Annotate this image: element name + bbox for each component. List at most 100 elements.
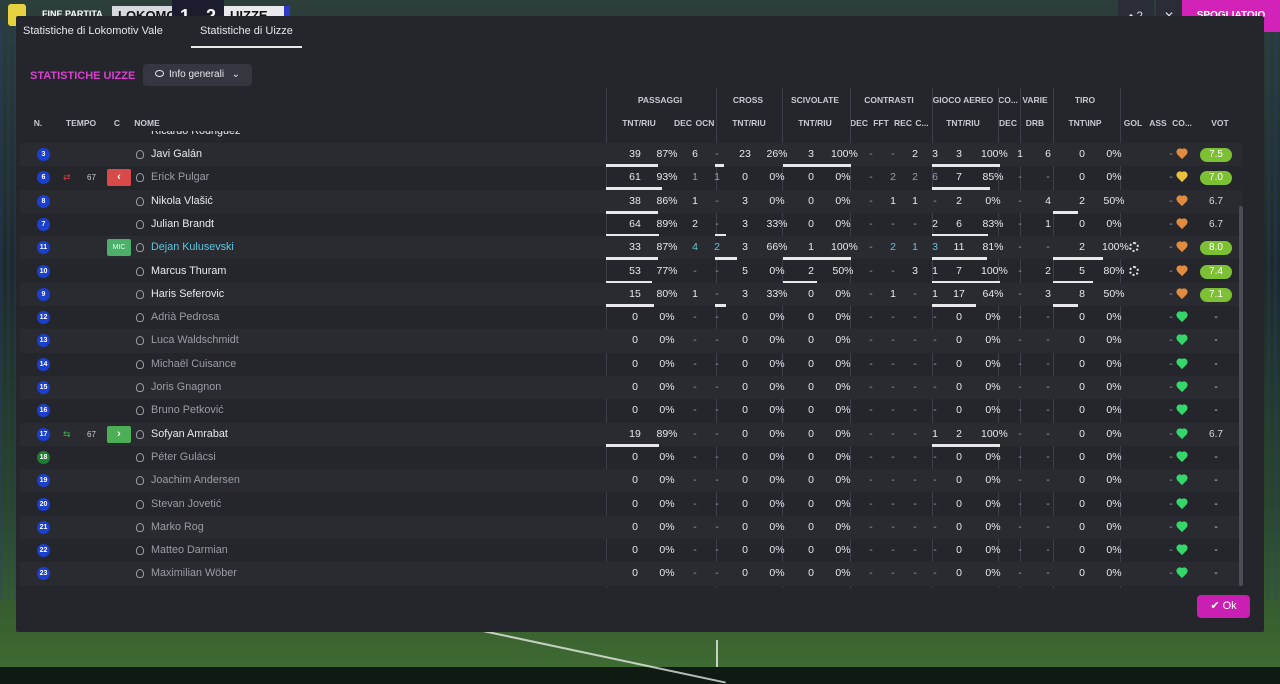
tab-uizze-stats[interactable]: Statistiche di Uizze	[191, 20, 302, 48]
column-header[interactable]: TNT/RIU	[724, 118, 774, 128]
player-name[interactable]: Nikola Vlašić	[151, 190, 213, 213]
player-name[interactable]: Dejan Kulusevski	[151, 236, 234, 259]
stat-cell-ti: 0	[1079, 520, 1085, 533]
table-row[interactable]: 3 Javi Galán 39 87% 6-23 26% 3 100% - -2 3 3 100% 1 6 0…	[20, 143, 1242, 167]
sub-arrow-button[interactable]: ‹	[107, 169, 131, 187]
tab-lokomotiv-stats[interactable]: Statistiche di Lokomotiv Vale	[23, 20, 163, 48]
column-header[interactable]: TNT/RIU	[790, 118, 840, 128]
table-row[interactable]: 6 ⇄ 67 ‹ Erick Pulgar 61 93% 1 1 0 0% 0 0% -2 2 6 7 85% - -…	[20, 166, 1242, 191]
substitution-icon: ⇄	[63, 172, 71, 183]
stat-cell-cc: 1	[932, 287, 938, 300]
stat-cell-co: -	[1018, 311, 1022, 324]
player-name[interactable]: Julian Brandt	[151, 213, 214, 236]
table-row[interactable]: 19 Joachim Andersen 0 0% - - 0 0% 0 0% - - - - 0 0% - - 0 0…	[20, 469, 1242, 493]
morale-heart-icon	[1176, 499, 1188, 510]
player-name[interactable]: Bruno Petković	[151, 399, 224, 422]
ok-button[interactable]: ✔ Ok	[1197, 595, 1250, 618]
stat-cell-ga: 2	[956, 194, 962, 207]
player-name[interactable]: Marko Rog	[151, 516, 204, 539]
player-name[interactable]: Joachim Andersen	[151, 469, 240, 492]
stat-cell-dec: -	[693, 264, 697, 277]
stat-cell-co: -	[1018, 171, 1022, 184]
table-row[interactable]: 23 Maximilian Wöber 0 0% - - 0 0% 0 0% - - - - 0 0% - - 0 0…	[20, 562, 1242, 586]
stat-cell-pasp: 0%	[659, 567, 675, 580]
view-dropdown[interactable]: Info generali ⌄	[143, 64, 252, 86]
table-row[interactable]: 22 Matteo Darmian 0 0% - -0 0% 0 0% - - - -0 0% - -0 0% -…	[20, 539, 1242, 562]
stat-cell-ti: 0	[1079, 148, 1085, 160]
column-header[interactable]: TNT\INP	[1060, 118, 1110, 128]
stat-cell-sc: 0	[808, 311, 814, 324]
stat-cell-cc: 2	[932, 217, 938, 230]
player-name[interactable]: Adrià Pedrosa	[151, 306, 219, 329]
stat-cell-cd: -	[869, 520, 873, 533]
player-name[interactable]: Michaël Cuisance	[151, 353, 236, 376]
table-row[interactable]: 16 Bruno Petković 0 0% - -0 0% 0 0% - - - -0 0% - -0 0% -…	[20, 399, 1242, 422]
stat-cell-dec: -	[693, 474, 697, 487]
table-row[interactable]: 20 Stevan Jovetić 0 0% - -0 0% 0 0% - - - -0 0% - -0 0% -…	[20, 493, 1242, 516]
table-row[interactable]: 12 Adrià Pedrosa 0 0% - -0 0% 0 0% - - - -0 0% - -0 0% - -	[20, 306, 1242, 329]
player-name[interactable]: Javi Galán	[151, 143, 202, 166]
table-row[interactable]: 13 Luca Waldschmidt 0 0% - - 0 0% 0 0% - - - - 0 0% - - 0 0…	[20, 329, 1242, 353]
stat-cell-co: -	[1018, 287, 1022, 300]
player-name[interactable]: Maximilian Wöber	[151, 562, 237, 585]
stat-cell-dec: -	[693, 357, 697, 370]
table-row[interactable]: 21 Marko Rog 0 0% - -0 0% 0 0% - - - -0 0% - -0 0% - -	[20, 515, 1242, 540]
player-name[interactable]: Haris Seferovic	[151, 283, 224, 306]
stat-cell-pasp: 0%	[659, 497, 675, 510]
shirt-number-badge: 18	[37, 450, 50, 464]
table-row[interactable]: 11 MIC Dejan Kulusevski 33 87% 4 2 3 66% 1 100% -2 1…	[20, 236, 1242, 261]
stat-cell-ti: 5	[1079, 264, 1085, 277]
stat-cell-pasp: 0%	[659, 334, 675, 347]
table-row[interactable]: 10 Marcus Thuram 53 77% - -5 0% 2 50% - -3 1 7 100% -2…	[20, 260, 1242, 284]
column-header[interactable]: TNT/RIU	[614, 118, 664, 128]
stat-cell-ti: 0	[1079, 427, 1085, 440]
stat-cell-ti: 0	[1079, 381, 1085, 393]
stat-cell-sc: 0	[808, 217, 814, 230]
sub-arrow-button[interactable]: ›	[107, 425, 131, 443]
column-header[interactable]: NOME	[122, 118, 172, 128]
player-rating: 7.0	[1200, 171, 1232, 186]
stat-cell-drb: -	[1046, 241, 1050, 254]
stat-cell-cr: 3	[742, 194, 748, 207]
chevron-down-icon: ⌄	[231, 69, 240, 80]
shirt-number-badge: 6	[37, 171, 50, 185]
table-row[interactable]: 14 Michaël Cuisance 0 0% - - 0 0% 0 0% - - - - 0 0% - - 0 0…	[20, 353, 1242, 376]
stat-cell-drb: -	[1046, 404, 1050, 417]
column-header[interactable]: VOT	[1195, 118, 1245, 128]
table-row[interactable]: 7 Julian Brandt 64 89% 2-3 33% 0 0% - - -2 6 83% -1 0 0…	[20, 213, 1242, 237]
person-icon	[136, 569, 144, 579]
stat-cell-cr: 0	[742, 474, 748, 487]
column-header[interactable]: TNT/RIU	[938, 118, 988, 128]
player-name[interactable]: Matteo Darmian	[151, 539, 228, 562]
table-row[interactable]: 18 Péter Gulácsi 0 0% - -0 0% 0 0% - - - -0 0% - -0 0% - -	[20, 446, 1242, 469]
stat-cell-gap: 0%	[985, 334, 1001, 347]
stat-cell-gap: 0%	[985, 520, 1001, 533]
player-name[interactable]: Péter Gulácsi	[151, 446, 216, 469]
player-name[interactable]: Erick Pulgar	[151, 166, 209, 189]
player-name[interactable]: Stevan Jovetić	[151, 493, 221, 516]
stat-cell-scp: 0%	[835, 194, 851, 207]
table-row[interactable]: 15 Joris Gnagnon 0 0% - -0 0% 0 0% - - - -0 0% - -0 0% - -	[20, 376, 1242, 400]
player-rating: -	[1214, 312, 1218, 324]
stat-cell-cr: 0	[742, 567, 748, 580]
shirt-number-badge: 23	[37, 567, 50, 581]
stat-cell-ocn: -	[715, 194, 719, 207]
stat-cell-gap: 85%	[982, 171, 1004, 184]
table-row[interactable]: 9 Haris Seferovic 15 80% 1-3 33% 0 0% -1-1 17 64% -…	[20, 282, 1242, 307]
stat-cell-ga: 6	[956, 217, 962, 230]
captain-role-badge: MIC	[107, 239, 131, 257]
stat-cell-tip: 50%	[1103, 194, 1125, 207]
stat-cell-dec: -	[693, 311, 697, 324]
stat-cell-cd: -	[869, 450, 873, 463]
column-header[interactable]: OCN	[680, 118, 730, 128]
table-row[interactable]: 8 Nikola Vlašić 38 86% 1-3 0% 0 0% -1 1-2 0% -4 2 50%…	[20, 189, 1242, 214]
stat-cell-cf: 2	[890, 171, 896, 184]
player-name[interactable]: Marcus Thuram	[151, 260, 226, 283]
player-name[interactable]: Joris Gnagnon	[151, 376, 221, 399]
player-name[interactable]: Sofyan Amrabat	[151, 423, 228, 446]
scrollbar[interactable]	[1239, 206, 1243, 586]
table-row[interactable]: 17 ⇆ 67 › Sofyan Amrabat 19 89% - - 0 0% 0 0% - - - 1 2 10…	[20, 422, 1242, 447]
player-name[interactable]: Luca Waldschmidt	[151, 329, 239, 352]
stat-cell-cd: -	[869, 404, 873, 417]
stat-cell-cd: -	[869, 241, 873, 254]
